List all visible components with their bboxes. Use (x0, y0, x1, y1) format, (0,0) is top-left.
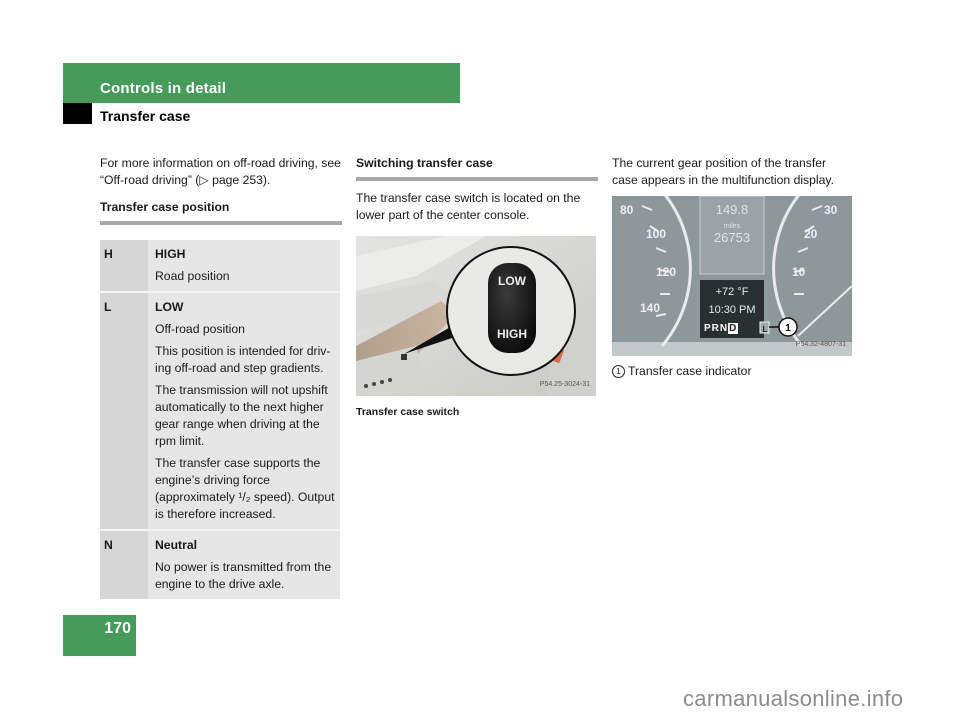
trip-reading: 149.8 (715, 202, 749, 217)
switching-heading: Switching transfer case (356, 155, 598, 181)
legend-text: Transfer case indicator (628, 364, 752, 378)
position-table: H HIGH Road position L LOW Off-road posi… (100, 240, 340, 599)
outside-temperature: +72 °F (715, 286, 749, 298)
speed-tick-140: 140 (640, 301, 661, 315)
clock-time: 10:30 PM (708, 304, 756, 316)
switch-location-text: The transfer case switch is located on t… (356, 191, 581, 222)
speed-tick-100: 100 (646, 227, 667, 241)
transfer-position-heading: Transfer case position (100, 199, 342, 225)
switch-figure: LOW HIGH P54.25-3024-31 (356, 236, 596, 396)
column-left: For more information on off-road driving… (100, 155, 342, 599)
display-description: The current gear position of the transfe… (612, 156, 834, 187)
figure-code: P54.32-4807-31 (795, 341, 846, 348)
position-key: H (100, 240, 148, 292)
intro-paragraph: For more information on off-road driving… (100, 156, 341, 187)
switch-low-label: LOW (498, 274, 526, 288)
rpm-tick-20: 20 (804, 227, 818, 241)
gear-p: P (704, 323, 712, 334)
speed-tick-80: 80 (620, 203, 634, 217)
center-console-illustration (356, 236, 596, 396)
position-line: Road position (155, 269, 230, 283)
watermark: carmanualsonline.info (683, 686, 904, 711)
transfer-case-indicator: L (762, 325, 768, 334)
table-row: L LOW Off-road position This position is… (100, 291, 340, 530)
instrument-cluster-figure: 80 100 120 140 30 20 10 149.8 miles 2675… (612, 196, 852, 356)
rpm-tick-10: 10 (792, 265, 806, 279)
switch-high-label: HIGH (497, 327, 527, 341)
section-title: Controls in detail (100, 80, 227, 97)
column-middle: Switching transfer case The transfer cas… (356, 155, 598, 421)
intro-text: For more information on off-road driving… (100, 155, 342, 189)
rpm-tick-30: 30 (824, 203, 838, 217)
position-line: Off-road position (155, 322, 245, 336)
odometer-reading: 26753 (713, 230, 751, 245)
position-description: HIGH Road position (148, 240, 340, 292)
position-line: The transmission will not upshift automa… (155, 383, 328, 448)
position-key: N (100, 529, 148, 599)
gear-r: R (711, 323, 720, 334)
column-right: The current gear position of the transfe… (612, 155, 854, 380)
figure-caption: Transfer case switch (356, 406, 460, 418)
callout-marker: 1 (785, 323, 791, 334)
position-line: This position is intended for driv-ing o… (155, 344, 331, 375)
legend-item: 1 Transfer case indicator (612, 363, 854, 380)
position-title: HIGH (155, 247, 186, 261)
gear-d: D (728, 323, 739, 334)
legend-number: 1 (612, 365, 625, 378)
page-number: 170 (104, 620, 131, 637)
gear-indicator: PRND (704, 320, 739, 337)
section-marker (63, 103, 92, 124)
position-line: No power is transmitted from the engine … (155, 560, 332, 591)
position-line: The transfer case supports the engine’s … (155, 456, 335, 521)
position-title: Neutral (155, 538, 197, 552)
position-title: LOW (155, 300, 184, 314)
speed-tick-120: 120 (656, 265, 677, 279)
figure-code: P54.25-3024-31 (539, 381, 590, 388)
position-description: Neutral No power is transmitted from the… (148, 529, 340, 599)
gear-n: N (719, 323, 729, 334)
table-row: N Neutral No power is transmitted from t… (100, 529, 340, 599)
page-subtitle: Transfer case (100, 108, 191, 124)
position-description: LOW Off-road position This position is i… (148, 291, 340, 530)
table-row: H HIGH Road position (100, 240, 340, 292)
position-key: L (100, 291, 148, 530)
